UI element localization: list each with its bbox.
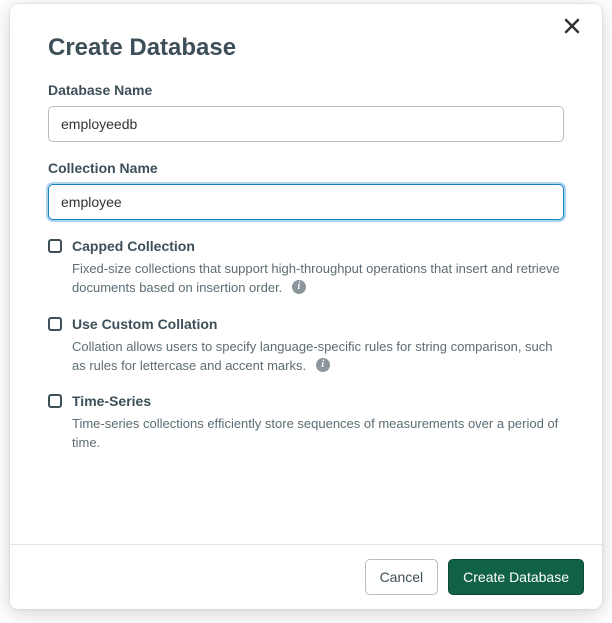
collection-name-label: Collection Name	[48, 160, 564, 176]
time-series-option: Time-Series Time-series collections effi…	[48, 393, 564, 453]
info-icon[interactable]: i	[292, 280, 306, 294]
database-name-input[interactable]	[48, 106, 564, 142]
close-icon[interactable]	[564, 18, 584, 38]
create-database-button[interactable]: Create Database	[448, 559, 584, 595]
database-name-label: Database Name	[48, 82, 564, 98]
modal-body: Create Database Database Name Collection…	[10, 4, 602, 544]
capped-collection-checkbox[interactable]	[48, 239, 62, 253]
time-series-title: Time-Series	[72, 393, 151, 409]
info-icon[interactable]: i	[316, 358, 330, 372]
cancel-button[interactable]: Cancel	[365, 559, 439, 595]
capped-collection-option: Capped Collection Fixed-size collections…	[48, 238, 564, 298]
modal-title: Create Database	[48, 34, 564, 62]
capped-collection-desc: Fixed-size collections that support high…	[72, 260, 562, 298]
custom-collation-checkbox[interactable]	[48, 317, 62, 331]
modal-footer: Cancel Create Database	[10, 544, 602, 609]
custom-collation-option: Use Custom Collation Collation allows us…	[48, 316, 564, 376]
create-database-modal: Create Database Database Name Collection…	[10, 4, 602, 609]
collection-name-input[interactable]	[48, 184, 564, 220]
capped-collection-title: Capped Collection	[72, 238, 195, 254]
time-series-checkbox[interactable]	[48, 394, 62, 408]
time-series-desc: Time-series collections efficiently stor…	[72, 415, 562, 453]
database-name-field: Database Name	[48, 82, 564, 142]
custom-collation-desc: Collation allows users to specify langua…	[72, 338, 562, 376]
custom-collation-title: Use Custom Collation	[72, 316, 217, 332]
collection-name-field: Collection Name	[48, 160, 564, 220]
